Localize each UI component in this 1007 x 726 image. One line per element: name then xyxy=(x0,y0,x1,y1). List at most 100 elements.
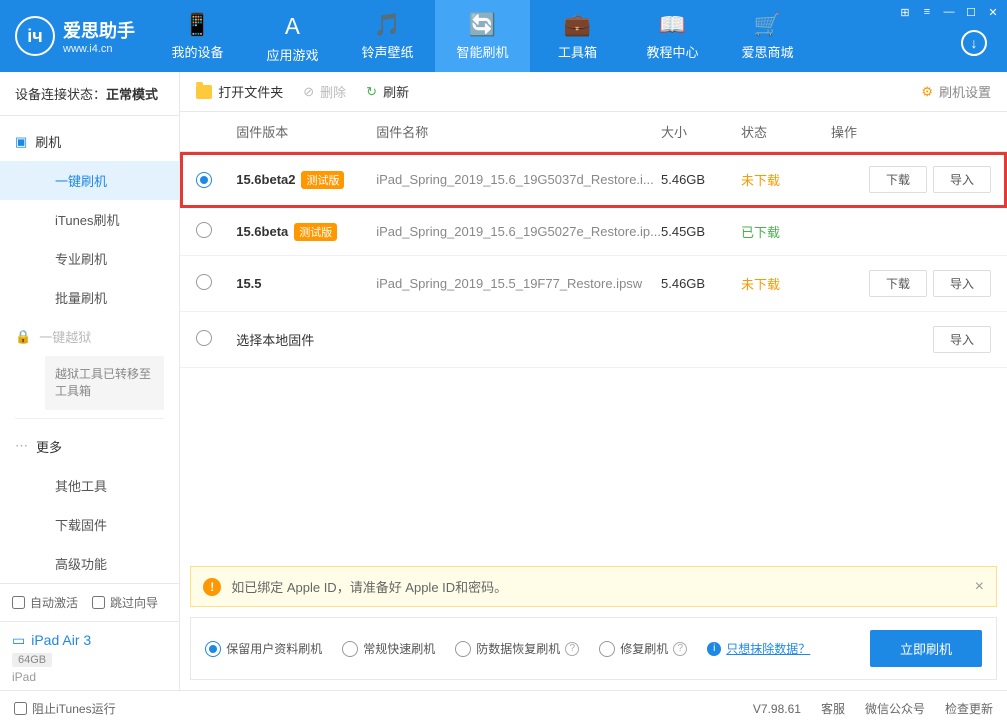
maximize-icon[interactable]: ☐ xyxy=(963,4,979,20)
opt-anti-data[interactable]: 防数据恢复刷机? xyxy=(455,640,579,657)
sidebar-item-tools[interactable]: 其他工具 xyxy=(0,466,179,505)
settings-button[interactable]: ⚙刷机设置 xyxy=(921,82,991,101)
auto-activate-checkbox[interactable]: 自动激活 xyxy=(12,594,78,611)
lock-icon: 🔒 xyxy=(15,329,31,345)
fw-version: 15.6beta2 xyxy=(236,172,295,187)
firmware-row[interactable]: 15.6beta2测试版 iPad_Spring_2019_15.6_19G50… xyxy=(180,152,1007,208)
radio-icon xyxy=(342,641,358,657)
radio-icon[interactable] xyxy=(196,330,212,346)
update-link[interactable]: 检查更新 xyxy=(945,700,993,717)
start-flash-button[interactable]: 立即刷机 xyxy=(870,630,982,667)
opt-keep-data[interactable]: 保留用户资料刷机 xyxy=(205,640,322,657)
sidebar-more-head[interactable]: ⋯更多 xyxy=(0,427,179,466)
cart-icon: 🛒 xyxy=(754,12,781,38)
footer: 阻止iTunes运行 V7.98.61 客服 微信公众号 检查更新 xyxy=(0,690,1007,726)
sidebar-item-download[interactable]: 下载固件 xyxy=(0,505,179,544)
nav-my-device[interactable]: 📱我的设备 xyxy=(150,0,245,72)
radio-icon[interactable] xyxy=(196,274,212,290)
sidebar-jailbreak-note: 越狱工具已转移至工具箱 xyxy=(45,356,164,410)
help-icon[interactable]: ? xyxy=(673,642,687,656)
menu-icon[interactable]: ≡ xyxy=(919,4,935,20)
download-icon[interactable]: ↓ xyxy=(961,30,987,56)
gear-icon: ⚙ xyxy=(921,84,933,100)
app-header: iч 爱思助手 www.i4.cn 📱我的设备 Ａ应用游戏 🎵铃声壁纸 🔄智能刷… xyxy=(0,0,1007,72)
block-itunes-checkbox[interactable]: 阻止iTunes运行 xyxy=(14,700,116,717)
sidebar-item-oneclick[interactable]: 一键刷机 xyxy=(0,161,179,200)
apps-icon: Ａ xyxy=(281,9,303,41)
radio-icon[interactable] xyxy=(196,222,212,238)
book-icon: 📖 xyxy=(659,12,686,38)
nav-apps[interactable]: Ａ应用游戏 xyxy=(245,0,340,72)
more-icon: ⋯ xyxy=(15,438,28,454)
logo: iч 爱思助手 www.i4.cn xyxy=(0,0,150,72)
open-folder-button[interactable]: 打开文件夹 xyxy=(196,82,283,101)
nav-tabs: 📱我的设备 Ａ应用游戏 🎵铃声壁纸 🔄智能刷机 💼工具箱 📖教程中心 🛒爱思商城 xyxy=(150,0,1007,72)
connection-status: 设备连接状态：正常模式 xyxy=(0,72,179,116)
toolbox-icon: 💼 xyxy=(564,12,591,38)
main-panel: 打开文件夹 ⊘删除 ↻刷新 ⚙刷机设置 固件版本 固件名称 大小 状态 操作 1… xyxy=(180,72,1007,690)
nav-tutorials[interactable]: 📖教程中心 xyxy=(625,0,720,72)
help-icon[interactable]: ? xyxy=(565,642,579,656)
sidebar-item-batch[interactable]: 批量刷机 xyxy=(0,278,179,317)
wechat-link[interactable]: 微信公众号 xyxy=(865,700,925,717)
local-firmware-row[interactable]: 选择本地固件 导入 xyxy=(180,312,1007,368)
radio-icon[interactable] xyxy=(196,172,212,188)
import-button[interactable]: 导入 xyxy=(933,166,991,193)
nav-toolbox[interactable]: 💼工具箱 xyxy=(530,0,625,72)
nav-ringtones[interactable]: 🎵铃声壁纸 xyxy=(340,0,435,72)
delete-button[interactable]: ⊘删除 xyxy=(303,82,346,101)
opt-normal[interactable]: 常规快速刷机 xyxy=(342,640,435,657)
radio-icon xyxy=(599,641,615,657)
plus-icon: ▣ xyxy=(15,134,27,150)
refresh-button[interactable]: ↻刷新 xyxy=(366,82,409,101)
device-info[interactable]: ▭iPad Air 3 64GB iPad xyxy=(0,621,179,694)
beta-badge: 测试版 xyxy=(294,223,337,241)
import-button[interactable]: 导入 xyxy=(933,270,991,297)
fw-status: 未下载 xyxy=(741,170,831,189)
options-bar: 保留用户资料刷机 常规快速刷机 防数据恢复刷机? 修复刷机? i只想抹除数据？ … xyxy=(190,617,997,680)
fw-status: 已下载 xyxy=(741,222,831,241)
delete-icon: ⊘ xyxy=(303,84,314,100)
close-icon[interactable]: × xyxy=(975,578,984,596)
version-label: V7.98.61 xyxy=(753,702,801,716)
radio-icon xyxy=(455,641,471,657)
beta-badge: 测试版 xyxy=(301,171,344,189)
app-url: www.i4.cn xyxy=(63,43,135,55)
warning-text: 如已绑定 Apple ID，请准备好 Apple ID和密码。 xyxy=(231,577,507,596)
sidebar: 设备连接状态：正常模式 ▣刷机 一键刷机 iTunes刷机 专业刷机 批量刷机 … xyxy=(0,72,180,690)
download-button[interactable]: 下载 xyxy=(869,270,927,297)
toolbar: 打开文件夹 ⊘删除 ↻刷新 ⚙刷机设置 xyxy=(180,72,1007,112)
sidebar-jailbreak-head: 🔒一键越狱 xyxy=(0,317,179,356)
fw-version: 15.5 xyxy=(236,276,261,291)
refresh-icon: ↻ xyxy=(366,84,377,100)
logo-icon: iч xyxy=(15,16,55,56)
sidebar-item-itunes[interactable]: iTunes刷机 xyxy=(0,200,179,239)
minimize-icon[interactable]: — xyxy=(941,4,957,20)
info-icon: i xyxy=(707,642,721,656)
warning-bar: ! 如已绑定 Apple ID，请准备好 Apple ID和密码。 × xyxy=(190,566,997,607)
firmware-row[interactable]: 15.6beta测试版 iPad_Spring_2019_15.6_19G502… xyxy=(180,208,1007,256)
erase-link[interactable]: 只想抹除数据？ xyxy=(726,640,810,657)
app-title: 爱思助手 xyxy=(63,17,135,43)
service-link[interactable]: 客服 xyxy=(821,700,845,717)
sidebar-item-pro[interactable]: 专业刷机 xyxy=(0,239,179,278)
sidebar-item-advanced[interactable]: 高级功能 xyxy=(0,544,179,583)
radio-icon xyxy=(205,641,221,657)
window-controls: ⊞ ≡ — ☐ ✕ xyxy=(891,0,1007,24)
skip-guide-checkbox[interactable]: 跳过向导 xyxy=(92,594,158,611)
fw-version: 15.6beta xyxy=(236,224,288,239)
import-button[interactable]: 导入 xyxy=(933,326,991,353)
divider xyxy=(15,418,164,419)
nav-flash[interactable]: 🔄智能刷机 xyxy=(435,0,530,72)
table-header: 固件版本 固件名称 大小 状态 操作 xyxy=(180,112,1007,152)
close-icon[interactable]: ✕ xyxy=(985,4,1001,20)
fw-size: 5.45GB xyxy=(661,224,741,239)
nav-store[interactable]: 🛒爱思商城 xyxy=(720,0,815,72)
download-button[interactable]: 下载 xyxy=(869,166,927,193)
device-type: iPad xyxy=(12,670,167,684)
opt-repair[interactable]: 修复刷机? xyxy=(599,640,687,657)
refresh-icon: 🔄 xyxy=(469,12,496,38)
grid-icon[interactable]: ⊞ xyxy=(897,4,913,20)
sidebar-flash-head[interactable]: ▣刷机 xyxy=(0,122,179,161)
firmware-row[interactable]: 15.5 iPad_Spring_2019_15.5_19F77_Restore… xyxy=(180,256,1007,312)
